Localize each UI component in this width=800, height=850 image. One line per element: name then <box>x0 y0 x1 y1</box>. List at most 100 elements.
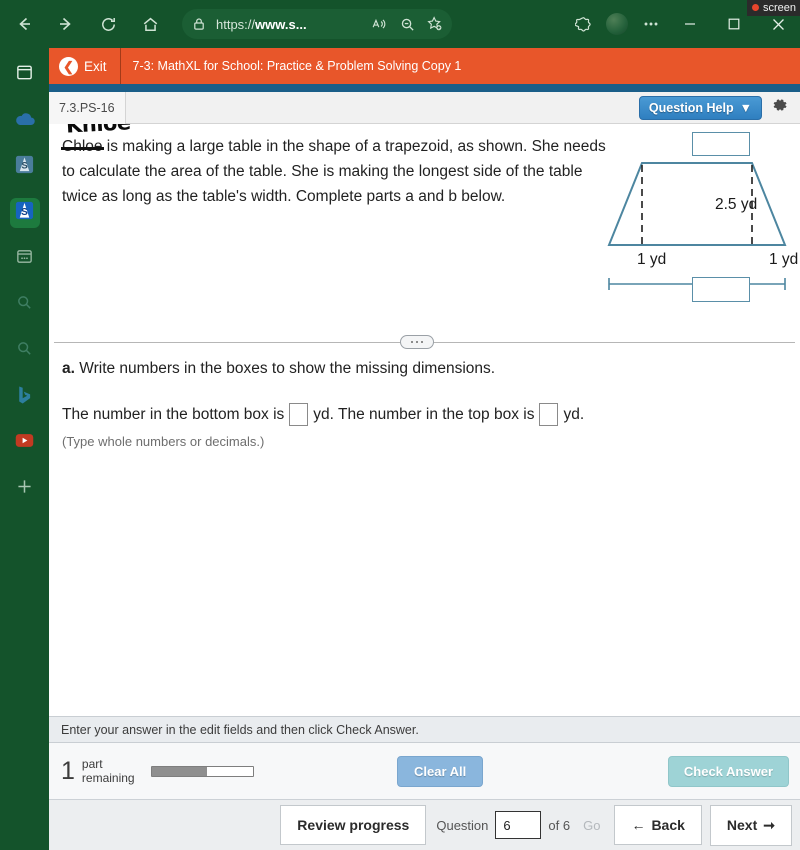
cloud-icon <box>14 110 36 133</box>
sidebar-item-bing[interactable] <box>10 382 40 412</box>
url-text: https://www.s... <box>216 16 307 32</box>
assignment-title: 7-3: MathXL for School: Practice & Probl… <box>132 59 462 73</box>
question-nav-bar: Review progress Question of 6 Go ← Back … <box>49 800 800 850</box>
chevron-down-icon: ▼ <box>739 100 752 115</box>
home-button[interactable] <box>132 6 168 42</box>
divider-drag-handle[interactable] <box>400 335 434 349</box>
grip-dot-icon <box>415 340 419 344</box>
back-button-nav[interactable]: ← Back <box>614 805 702 845</box>
sidebar-item-copilot-pane[interactable] <box>10 60 40 90</box>
content-divider <box>54 335 795 349</box>
right-arrow-icon: ➞ <box>763 816 775 833</box>
minimize-button[interactable] <box>668 0 712 48</box>
home-icon <box>141 15 160 34</box>
browser-toolbar: https://www.s... <box>0 0 800 48</box>
mathxl-assignment-header: ❮ Exit 7-3: MathXL for School: Practice … <box>49 48 800 84</box>
review-progress-button[interactable]: Review progress <box>280 805 427 845</box>
progress-bar-fill <box>151 766 208 776</box>
play-video-icon <box>15 433 34 453</box>
part-a-letter: a. <box>62 360 75 377</box>
add-favorite-icon[interactable] <box>424 13 446 35</box>
go-button[interactable]: Go <box>577 818 606 833</box>
fill-unit-2: yd. <box>563 405 585 423</box>
zoom-out-icon[interactable] <box>396 13 418 35</box>
bing-icon <box>15 385 34 410</box>
sidebar-item-search-1[interactable] <box>10 290 40 320</box>
lock-icon <box>188 13 210 35</box>
answer-format-note: (Type whole numbers or decimals.) <box>62 434 265 449</box>
sidebar-item-search-2[interactable] <box>10 336 40 366</box>
settings-button[interactable] <box>771 96 789 119</box>
next-button-nav[interactable]: Next ➞ <box>709 804 792 846</box>
forward-arrow-icon <box>56 14 76 34</box>
question-number-input[interactable] <box>495 811 542 839</box>
forward-button[interactable] <box>48 6 84 42</box>
parts-remaining-words: part remaining <box>82 757 135 785</box>
address-bar[interactable]: https://www.s... <box>182 9 452 39</box>
back-arrow-icon <box>14 14 34 34</box>
check-answer-button[interactable]: Check Answer <box>667 756 789 787</box>
question-total-label: of 6 <box>548 817 571 833</box>
screen-recording-indicator: screen <box>746 0 800 16</box>
search-icon <box>16 340 33 362</box>
instruction-text: Enter your answer in the edit fields and… <box>61 722 419 737</box>
edge-sidebar: S S <box>0 48 49 850</box>
question-jump-group: Question of 6 Go <box>436 811 606 839</box>
next-label: Next <box>726 817 758 833</box>
header-accent-strip <box>49 84 800 92</box>
sidebar-item-onedrive[interactable] <box>10 106 40 136</box>
sidebar-item-browser-essentials[interactable] <box>10 244 40 274</box>
clear-all-button[interactable]: Clear All <box>397 756 484 787</box>
part-a-text: Write numbers in the boxes to show the m… <box>74 360 496 377</box>
refresh-button[interactable] <box>90 6 126 42</box>
question-id-label: 7.3.PS-16 <box>49 91 126 124</box>
action-bar: 1 part remaining Clear All Check Answer <box>49 743 800 800</box>
parts-word-line-2: remaining <box>81 771 135 785</box>
svg-text:S: S <box>21 207 28 218</box>
sidebar-item-app-s-active[interactable]: S <box>9 198 40 228</box>
exit-label: Exit <box>84 58 107 74</box>
top-box-answer-input[interactable] <box>539 403 559 426</box>
window-pane-icon <box>15 63 34 87</box>
recording-dot-icon <box>751 4 759 11</box>
parts-remaining-indicator: 1 part remaining <box>49 757 135 785</box>
read-aloud-icon[interactable] <box>368 13 390 35</box>
back-circle-icon: ❮ <box>59 56 78 76</box>
back-button[interactable] <box>6 6 42 42</box>
figure-top-answer-box[interactable] <box>692 132 750 156</box>
trapezoid-svg <box>607 162 787 290</box>
sidebar-item-add-app[interactable] <box>10 474 40 504</box>
question-toolbar: 7.3.PS-16 Question Help ▼ <box>49 91 800 124</box>
question-prompt-text: Chloe is making a large table in the sha… <box>61 124 607 209</box>
part-a-section: a. Write numbers in the boxes to show th… <box>62 360 782 449</box>
question-prompt-rest: is making a large table in the shape of … <box>62 138 606 205</box>
plus-icon <box>15 477 34 501</box>
fill-text-1: The number in the bottom box is <box>62 405 285 423</box>
handwritten-annotation: Khloe <box>65 124 132 138</box>
trapezoid-outline <box>607 162 787 246</box>
question-toolbar-actions: Question Help ▼ <box>638 95 800 120</box>
part-a-heading: a. Write numbers in the boxes to show th… <box>62 360 782 378</box>
sidebar-item-app-s[interactable]: S <box>10 152 40 182</box>
sidebar-item-video[interactable] <box>10 428 40 458</box>
profile-avatar[interactable] <box>600 7 634 41</box>
question-help-label: Question Help <box>648 100 734 115</box>
exit-button[interactable]: ❮ Exit <box>49 48 121 84</box>
more-options-button[interactable] <box>634 7 668 41</box>
collections-icon[interactable] <box>566 7 600 41</box>
refresh-icon <box>99 15 118 34</box>
figure-right-leg-label: 1 yd <box>769 251 799 268</box>
question-prompt-block: Chloe is making a large table in the sha… <box>61 124 607 209</box>
figure-height-label: 2.5 yd <box>715 196 758 213</box>
fill-unit-1: yd. The number in the top box is <box>313 405 535 423</box>
figure-left-leg-label: 1 yd <box>637 251 667 268</box>
question-help-button[interactable]: Question Help ▼ <box>638 95 762 120</box>
recording-label: screen <box>762 1 796 14</box>
s-app-icon: S <box>14 154 35 180</box>
panel-dots-icon <box>15 247 34 271</box>
question-content-area: Chloe is making a large table in the sha… <box>49 124 800 716</box>
left-arrow-icon: ← <box>631 817 646 833</box>
figure-bottom-answer-box[interactable] <box>692 277 750 302</box>
bottom-box-answer-input[interactable] <box>289 403 309 426</box>
gear-icon <box>771 96 789 119</box>
